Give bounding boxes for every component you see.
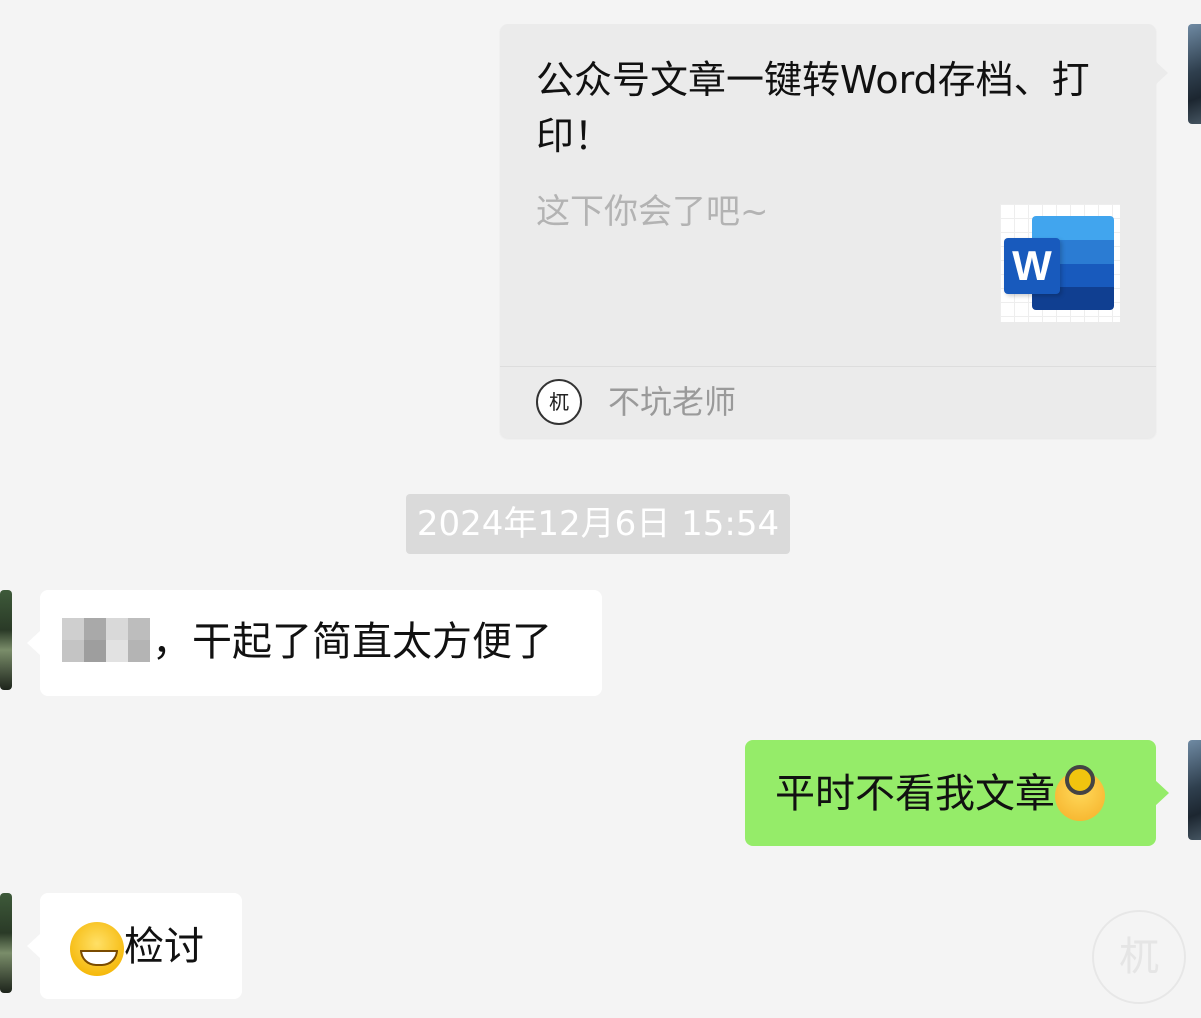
bubble-tail [1154,60,1168,86]
message-text: ，干起了简直太方便了 [152,619,552,665]
received-message[interactable]: 检讨 [40,893,242,999]
grinning-face-emoji-icon [70,922,124,976]
source-logo-icon: 杌 [536,379,582,425]
bubble-tail [27,630,41,656]
article-source-footer: 杌 不坑老师 [500,366,1156,439]
article-title: 公众号文章一键转Word存档、打印！ [536,58,1090,158]
message-text: 检讨 [124,924,204,970]
covered-eyes-emoji-icon [1055,765,1105,821]
bubble-tail [27,933,41,959]
word-letter: W [1004,238,1060,294]
contact-avatar[interactable] [0,590,12,690]
sent-message[interactable]: 平时不看我文章 [745,740,1156,846]
received-message[interactable]: ，干起了简直太方便了 [40,590,602,696]
my-avatar[interactable] [1188,24,1201,124]
bubble-tail [1155,780,1169,806]
article-thumbnail: W [1000,204,1120,322]
article-description: 这下你会了吧~ [536,192,769,232]
message-text: 平时不看我文章 [775,771,1055,817]
redacted-name-mosaic [62,618,150,662]
shared-article-card[interactable]: 公众号文章一键转Word存档、打印！ 这下你会了吧~ W 杌 不坑老师 [500,24,1156,438]
my-avatar[interactable] [1188,740,1201,840]
watermark-logo-icon: 杌 [1092,910,1186,1004]
message-timestamp: 2024年12月6日 15:54 [406,494,790,554]
contact-avatar[interactable] [0,893,12,993]
source-name: 不坑老师 [608,383,737,421]
